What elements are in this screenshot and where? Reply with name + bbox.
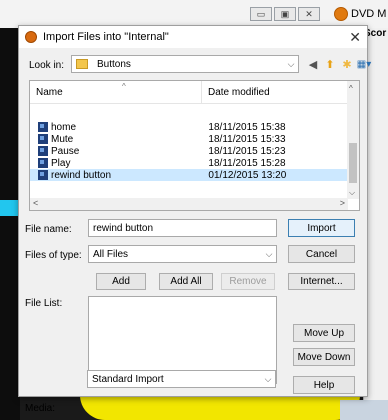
file-date: 18/11/2015 15:33	[208, 133, 286, 145]
file-name: Play	[51, 157, 71, 169]
background-app-title: DVD M	[334, 0, 388, 28]
file-name-input[interactable]: rewind button	[88, 219, 277, 237]
dialog-title: Import Files into "Internal"	[43, 31, 169, 43]
file-icon	[38, 134, 48, 144]
scroll-right-icon[interactable]: >	[340, 198, 345, 208]
help-button[interactable]: Help	[293, 376, 355, 394]
file-browser[interactable]: Name ^ Date modified home 18/11/2015 15:…	[29, 80, 360, 211]
media-select[interactable]: Standard Import ⌵	[87, 370, 276, 388]
background-canvas-strip	[0, 200, 20, 216]
nav-toolbar: ◀ ⬆ ✱ ▦▾	[307, 58, 371, 71]
move-down-button[interactable]: Move Down	[293, 348, 355, 366]
files-of-type-select[interactable]: All Files ⌵	[88, 245, 277, 263]
file-row[interactable]: Mute 18/11/2015 15:33	[30, 133, 348, 145]
background-canvas-shape	[80, 395, 360, 420]
scrollbar-thumb[interactable]	[349, 143, 357, 183]
files-of-type-label: Files of type:	[25, 250, 82, 261]
import-button[interactable]: Import	[288, 219, 355, 237]
vertical-scrollbar[interactable]: ^ ⌵	[347, 81, 359, 199]
look-in-select[interactable]: Buttons ⌵	[71, 55, 299, 73]
column-header-date-label: Date modified	[207, 86, 270, 98]
file-row[interactable]: home 18/11/2015 15:38	[30, 121, 348, 133]
back-icon[interactable]: ◀	[307, 58, 319, 71]
look-in-label: Look in:	[29, 60, 65, 71]
file-date: 18/11/2015 15:28	[208, 157, 286, 169]
background-taskbar-corner	[340, 400, 388, 420]
new-folder-icon[interactable]: ✱	[341, 58, 353, 71]
app-logo-icon	[25, 31, 37, 43]
file-icon	[38, 158, 48, 168]
file-date: 18/11/2015 15:38	[208, 121, 286, 133]
media-label: Media:	[25, 403, 56, 414]
internet-button[interactable]: Internet...	[288, 273, 355, 290]
media-value: Standard Import	[92, 373, 164, 385]
file-row[interactable]: Pause 18/11/2015 15:23	[30, 145, 348, 157]
look-in-value: Buttons	[97, 58, 131, 70]
import-files-dialog: Import Files into "Internal" ✕ Look in: …	[18, 25, 371, 414]
file-date: 18/11/2015 15:23	[208, 145, 286, 157]
column-header-date[interactable]: Date modified	[200, 81, 348, 103]
app-disc-icon	[334, 7, 348, 21]
column-header-name-label: Name	[36, 86, 63, 98]
file-name-label: File name:	[25, 224, 72, 235]
file-name-cell: Pause	[30, 146, 202, 157]
chevron-down-icon: ⌵	[287, 58, 295, 69]
file-name-cell: Mute	[30, 134, 202, 145]
sort-ascending-icon: ^	[122, 82, 126, 91]
file-icon	[38, 170, 48, 180]
file-name-cell: home	[30, 122, 202, 133]
scroll-left-icon[interactable]: <	[33, 198, 38, 208]
file-list-label: File List:	[25, 298, 63, 309]
dialog-titlebar: Import Files into "Internal" ✕	[19, 26, 367, 48]
minimize-button[interactable]: ▭	[250, 7, 272, 21]
background-app-title-text: DVD M	[351, 8, 387, 20]
file-row-selected[interactable]: rewind button 01/12/2015 13:20	[30, 169, 348, 181]
file-name-cell: Play	[30, 158, 202, 169]
window-controls: ▭ ▣ ✕	[250, 7, 320, 21]
horizontal-scrollbar[interactable]: < >	[30, 198, 348, 210]
file-name: Pause	[51, 145, 80, 157]
background-titlebar	[0, 0, 388, 28]
remove-button[interactable]: Remove	[221, 273, 275, 290]
add-button[interactable]: Add	[96, 273, 146, 290]
add-all-button[interactable]: Add All	[159, 273, 213, 290]
file-name-cell: rewind button	[30, 170, 202, 181]
maximize-button[interactable]: ▣	[274, 7, 296, 21]
column-header-name[interactable]: Name ^	[30, 81, 201, 103]
file-list-header: Name ^ Date modified	[30, 81, 348, 104]
move-up-button[interactable]: Move Up	[293, 324, 355, 342]
cancel-button[interactable]: Cancel	[288, 245, 355, 263]
file-name: rewind button	[51, 169, 112, 181]
up-folder-icon[interactable]: ⬆	[324, 58, 336, 71]
file-row[interactable]: Play 18/11/2015 15:28	[30, 157, 348, 169]
file-date: 01/12/2015 13:20	[208, 169, 287, 181]
chevron-down-icon: ⌵	[265, 248, 273, 259]
close-icon[interactable]: ✕	[349, 29, 361, 46]
file-icon	[38, 122, 48, 132]
file-icon	[38, 146, 48, 156]
file-name: Mute	[51, 133, 74, 145]
scroll-up-icon[interactable]: ^	[349, 84, 353, 93]
view-menu-icon[interactable]: ▦▾	[357, 58, 371, 70]
file-name: home	[51, 121, 77, 133]
chevron-down-icon: ⌵	[264, 373, 272, 384]
close-window-button[interactable]: ✕	[298, 7, 320, 21]
scroll-down-icon[interactable]: ⌵	[349, 188, 355, 198]
files-of-type-value: All Files	[93, 248, 129, 260]
folder-icon	[76, 59, 88, 69]
background-canvas-left	[0, 28, 20, 420]
